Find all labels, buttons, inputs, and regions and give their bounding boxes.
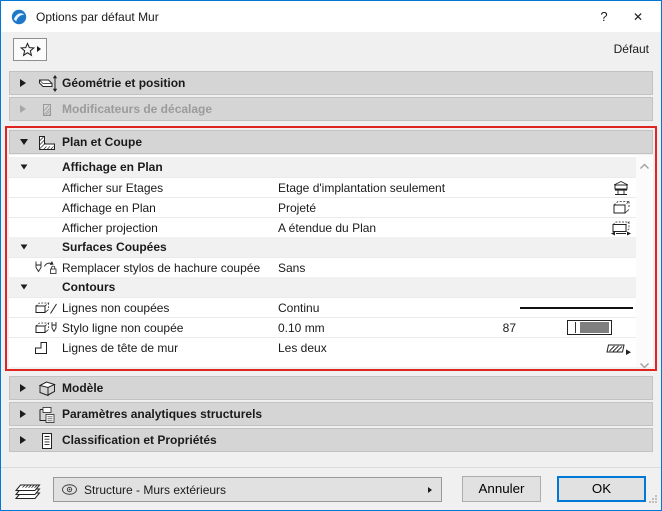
scroll-down-icon[interactable] bbox=[639, 358, 650, 369]
accordion-label: Plan et Coupe bbox=[62, 135, 143, 149]
pen-color-preview[interactable] bbox=[567, 320, 612, 335]
footer-bar: Structure - Murs extérieurs Annuler OK bbox=[1, 467, 661, 510]
layer-combo-value: Structure - Murs extérieurs bbox=[84, 482, 227, 497]
accordion-parametres-analytiques[interactable]: Paramètres analytiques structurels bbox=[9, 402, 653, 426]
row-stylo-ligne-non-coupee: Stylo ligne non coupée 0.10 mm 87 bbox=[9, 317, 653, 337]
chevron-down-icon bbox=[20, 139, 28, 145]
wall-default-settings-dialog: Options par défaut Mur ? ✕ Défaut Géomét… bbox=[0, 0, 662, 511]
uncut-line-pen-icon bbox=[33, 320, 59, 336]
row-value-dropdown[interactable]: Etage d'implantation seulement bbox=[278, 181, 445, 195]
accordion-label: Paramètres analytiques structurels bbox=[62, 407, 263, 421]
panel-spacer bbox=[9, 357, 653, 367]
dialog-body: Défaut Géométrie et position Modificateu… bbox=[1, 32, 661, 510]
accordion-classification-proprietes[interactable]: Classification et Propriétés bbox=[9, 428, 653, 452]
structural-parameters-icon bbox=[36, 405, 58, 424]
accordion-modele[interactable]: Modèle bbox=[9, 376, 653, 400]
row-value-dropdown[interactable]: Les deux bbox=[278, 341, 327, 355]
accordion-plan-et-coupe[interactable]: Plan et Coupe bbox=[9, 130, 653, 154]
group-label: Affichage en Plan bbox=[62, 160, 163, 174]
row-label: Stylo ligne non coupée bbox=[62, 321, 184, 335]
offset-modifiers-icon bbox=[36, 100, 58, 119]
storey-display-icon[interactable] bbox=[610, 180, 632, 196]
group-contours[interactable]: Contours bbox=[9, 277, 653, 297]
group-surfaces-coupees[interactable]: Surfaces Coupées bbox=[9, 237, 653, 257]
row-label: Afficher sur Etages bbox=[62, 181, 164, 195]
row-value-dropdown[interactable]: A étendue du Plan bbox=[278, 221, 376, 235]
uncut-line-type-icon bbox=[33, 300, 59, 316]
row-label: Affichage en Plan bbox=[62, 201, 156, 215]
chevron-down-icon bbox=[20, 244, 28, 250]
wall-end-lines-icon bbox=[33, 340, 49, 356]
star-icon bbox=[19, 41, 35, 57]
window-title: Options par défaut Mur bbox=[36, 9, 159, 24]
row-value-dropdown[interactable]: Projeté bbox=[278, 201, 316, 215]
layer-combo[interactable]: Structure - Murs extérieurs bbox=[53, 477, 442, 502]
row-affichage-en-plan: Affichage en Plan Projeté bbox=[9, 197, 653, 217]
layers-icon[interactable] bbox=[13, 478, 43, 504]
row-label: Afficher projection bbox=[62, 221, 158, 235]
row-lignes-non-coupees: Lignes non coupées Continu bbox=[9, 297, 653, 317]
resize-grip[interactable] bbox=[648, 493, 658, 507]
annotation-rectangle: Plan et Coupe Affichage en Plan Afficher… bbox=[5, 126, 657, 371]
chevron-right-icon bbox=[20, 436, 26, 444]
chevron-right-icon bbox=[20, 384, 26, 392]
scrollbar[interactable] bbox=[636, 155, 653, 369]
ok-button[interactable]: OK bbox=[557, 476, 646, 502]
chevron-right-icon bbox=[20, 79, 26, 87]
default-label: Défaut bbox=[613, 42, 649, 56]
row-label: Remplacer stylos de hachure coupée bbox=[62, 261, 261, 275]
pen-color-swatch bbox=[580, 322, 609, 333]
pen-number: 87 bbox=[502, 321, 516, 335]
favorites-toolbar: Défaut bbox=[1, 32, 661, 66]
scroll-up-icon[interactable] bbox=[639, 159, 650, 169]
row-value-dropdown[interactable]: Sans bbox=[278, 261, 305, 275]
combo-arrow-icon bbox=[428, 486, 432, 493]
row-lignes-de-tete-de-mur: Lignes de tête de mur Les deux bbox=[9, 337, 653, 357]
group-label: Surfaces Coupées bbox=[62, 240, 167, 254]
model-icon bbox=[36, 379, 58, 398]
settings-accordion-list: Géométrie et position Modificateurs de d… bbox=[5, 71, 657, 454]
accordion-geometrie-et-position[interactable]: Géométrie et position bbox=[9, 71, 653, 95]
accordion-label: Modèle bbox=[62, 381, 104, 395]
chevron-right-icon bbox=[20, 105, 26, 113]
row-value-dropdown[interactable]: Continu bbox=[278, 301, 319, 315]
row-label: Lignes non coupées bbox=[62, 301, 170, 315]
accordion-label: Géométrie et position bbox=[62, 76, 186, 90]
plan-range-icon[interactable] bbox=[610, 220, 632, 236]
plan-section-icon bbox=[36, 133, 58, 152]
row-value-dropdown[interactable]: 0.10 mm bbox=[278, 321, 325, 335]
cancel-button[interactable]: Annuler bbox=[462, 476, 541, 502]
eye-icon bbox=[61, 483, 78, 496]
flyout-arrow-icon bbox=[36, 46, 41, 52]
row-afficher-projection: Afficher projection A étendue du Plan bbox=[9, 217, 653, 237]
help-button[interactable]: ? bbox=[587, 1, 621, 32]
row-remplacer-stylos-hachure: Remplacer stylos de hachure coupée Sans bbox=[9, 257, 653, 277]
override-cut-fill-pen-icon bbox=[33, 260, 58, 276]
group-affichage-en-plan[interactable]: Affichage en Plan bbox=[9, 157, 653, 177]
projected-view-icon[interactable] bbox=[610, 200, 632, 216]
archicad-app-icon bbox=[11, 9, 27, 25]
row-label: Lignes de tête de mur bbox=[62, 341, 179, 355]
chevron-right-icon bbox=[20, 410, 26, 418]
group-label: Contours bbox=[62, 280, 116, 294]
accordion-modificateurs-de-decalage: Modificateurs de décalage bbox=[9, 97, 653, 121]
accordion-label: Classification et Propriétés bbox=[62, 433, 217, 447]
accordion-label: Modificateurs de décalage bbox=[62, 102, 213, 116]
line-type-preview[interactable] bbox=[520, 307, 633, 309]
chevron-down-icon bbox=[20, 284, 28, 290]
titlebar: Options par défaut Mur ? ✕ bbox=[1, 1, 661, 32]
geometry-position-icon bbox=[36, 74, 58, 93]
close-button[interactable]: ✕ bbox=[621, 1, 655, 32]
plan-et-coupe-panel: Affichage en Plan Afficher sur Etages Et… bbox=[9, 155, 653, 369]
pen-weight-sample bbox=[575, 322, 576, 333]
chevron-down-icon bbox=[20, 164, 28, 170]
favorites-button[interactable] bbox=[13, 37, 47, 61]
wall-end-hatch-preview-icon[interactable] bbox=[605, 340, 632, 356]
classification-properties-icon bbox=[36, 431, 58, 450]
row-afficher-sur-etages: Afficher sur Etages Etage d'implantation… bbox=[9, 177, 653, 197]
